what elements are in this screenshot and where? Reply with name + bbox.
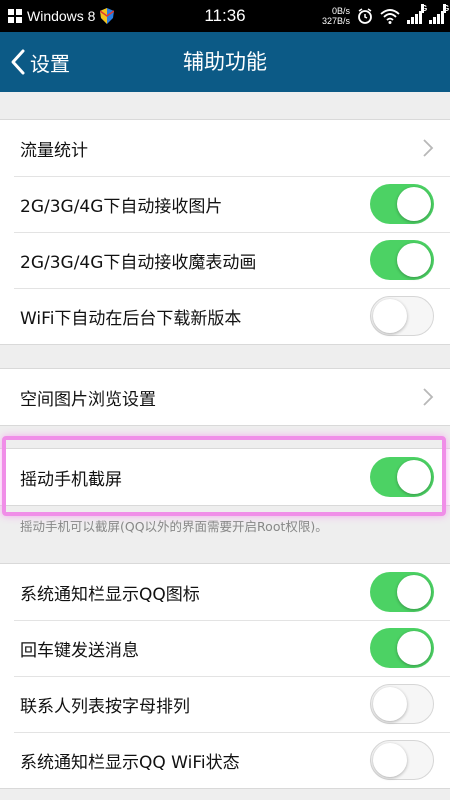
signal-2-tag: G bbox=[443, 4, 450, 13]
signal-tag: G bbox=[421, 4, 428, 13]
setting-row-shake-screenshot: 摇动手机截屏 bbox=[0, 449, 450, 505]
setting-row-space-image-browsing[interactable]: 空间图片浏览设置 bbox=[0, 369, 450, 425]
wifi-background-download-toggle[interactable] bbox=[370, 296, 434, 336]
settings-section-2: 空间图片浏览设置 bbox=[0, 368, 450, 426]
carrier-label: Windows 8 bbox=[27, 8, 96, 24]
status-bar: Windows 8 11:36 0B/s 327B/s G G bbox=[0, 0, 450, 32]
settings-section-3: 摇动手机截屏 bbox=[0, 448, 450, 506]
enter-send-toggle[interactable] bbox=[370, 628, 434, 668]
setting-label: 系统通知栏显示QQ WiFi状态 bbox=[20, 752, 240, 773]
shake-screenshot-toggle[interactable] bbox=[370, 457, 434, 497]
auto-receive-animations-toggle[interactable] bbox=[370, 240, 434, 280]
chevron-right-icon bbox=[423, 139, 434, 157]
setting-label: 系统通知栏显示QQ图标 bbox=[20, 584, 200, 605]
setting-label: 空间图片浏览设置 bbox=[20, 389, 156, 410]
settings-section-1: 流量统计 2G/3G/4G下自动接收图片 2G/3G/4G下自动接收魔表动画 W… bbox=[0, 119, 450, 345]
setting-row-traffic-stats[interactable]: 流量统计 bbox=[0, 120, 450, 176]
notification-qq-wifi-toggle[interactable] bbox=[370, 740, 434, 780]
chevron-right-icon bbox=[423, 388, 434, 406]
setting-row-auto-receive-images: 2G/3G/4G下自动接收图片 bbox=[0, 176, 450, 232]
setting-row-notification-qq-wifi: 系统通知栏显示QQ WiFi状态 bbox=[0, 732, 450, 788]
app-bar: 设置 辅助功能 bbox=[0, 32, 450, 92]
alphabetical-contacts-toggle[interactable] bbox=[370, 684, 434, 724]
wifi-icon bbox=[380, 9, 400, 24]
notification-qq-icon-toggle[interactable] bbox=[370, 572, 434, 612]
setting-label: 2G/3G/4G下自动接收魔表动画 bbox=[20, 252, 257, 273]
setting-row-wifi-background-download: WiFi下自动在后台下载新版本 bbox=[0, 288, 450, 344]
shield-icon bbox=[100, 8, 115, 24]
setting-label: 流量统计 bbox=[20, 140, 88, 161]
signal-icon: G bbox=[407, 4, 427, 24]
signal-2-icon: G bbox=[429, 4, 449, 24]
windows-logo-icon bbox=[8, 9, 22, 23]
setting-row-alphabetical-contacts: 联系人列表按字母排列 bbox=[0, 676, 450, 732]
chevron-left-icon bbox=[11, 49, 25, 75]
speed-down: 327B/s bbox=[321, 16, 350, 26]
auto-receive-images-toggle[interactable] bbox=[370, 184, 434, 224]
alarm-icon bbox=[358, 8, 372, 24]
setting-label: 摇动手机截屏 bbox=[20, 469, 122, 490]
setting-row-notification-qq-icon: 系统通知栏显示QQ图标 bbox=[0, 564, 450, 620]
setting-label: WiFi下自动在后台下载新版本 bbox=[20, 308, 242, 329]
back-label: 设置 bbox=[30, 51, 70, 76]
setting-label: 2G/3G/4G下自动接收图片 bbox=[20, 196, 223, 217]
shake-screenshot-note: 摇动手机可以截屏(QQ以外的界面需要开启Root权限)。 bbox=[20, 519, 328, 534]
settings-section-4: 系统通知栏显示QQ图标 回车键发送消息 联系人列表按字母排列 系统通知栏显示QQ… bbox=[0, 563, 450, 789]
setting-label: 联系人列表按字母排列 bbox=[20, 696, 190, 717]
setting-label: 回车键发送消息 bbox=[20, 640, 139, 661]
speed-up: 0B/s bbox=[331, 6, 350, 16]
setting-row-enter-send: 回车键发送消息 bbox=[0, 620, 450, 676]
back-button[interactable]: 设置 bbox=[10, 32, 70, 92]
setting-row-auto-receive-animations: 2G/3G/4G下自动接收魔表动画 bbox=[0, 232, 450, 288]
network-speed: 0B/s 327B/s bbox=[322, 6, 350, 26]
